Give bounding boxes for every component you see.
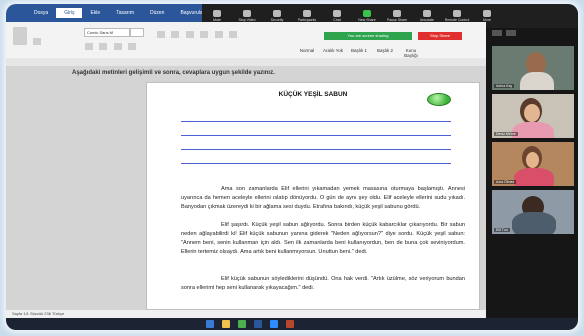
stop-video-button[interactable]: Stop Video — [232, 10, 262, 22]
instruction-line: Aşağıdaki metinleri gelişimli ve sonra, … — [72, 70, 275, 76]
people-icon — [303, 10, 311, 17]
participant-tile[interactable]: Deniz Merve — [492, 94, 574, 138]
italic-icon[interactable] — [99, 43, 108, 50]
word-ribbon: Comic Sans M Normal Aralık Yok Başlık 1 … — [6, 22, 486, 59]
ribbon-tabs: Dosya Giriş Ekle Tasarım Düzen Başvurula… — [26, 8, 212, 18]
paragraph: Elif şaşırdı. Küçük yeşil sabun ağlıyord… — [181, 222, 465, 255]
more-button[interactable]: More — [472, 10, 502, 22]
more-icon — [483, 10, 491, 17]
participant-name: Deniz Merve — [494, 132, 518, 136]
font-name-select[interactable]: Comic Sans M — [84, 28, 130, 37]
bold-icon[interactable] — [85, 43, 93, 50]
powerpoint-icon[interactable] — [286, 320, 294, 328]
ruler — [6, 58, 486, 66]
numbering-icon[interactable] — [171, 31, 180, 38]
participant-name: Ashra Kay — [494, 84, 515, 88]
microphone-icon — [213, 10, 221, 17]
pause-icon — [393, 10, 401, 17]
participants-panel: Ashra Kay Deniz Merve Azra Ölmez Elif Tu… — [486, 28, 578, 318]
stop-share-button[interactable]: Stop Share — [418, 32, 462, 40]
participant-face — [524, 104, 540, 122]
participant-tile[interactable]: Azra Ölmez — [492, 142, 574, 186]
start-icon[interactable] — [206, 320, 214, 328]
document-page[interactable]: KÜÇÜK YEŞİL SABUN Ama son zamanlarda Eli… — [146, 82, 480, 310]
tab-layout[interactable]: Düzen — [142, 8, 172, 18]
screen-sharing-banner: You are screen sharing — [324, 32, 412, 40]
answer-line — [181, 135, 451, 136]
style-normal[interactable]: Normal — [296, 48, 318, 58]
participant-name: Elif Tun — [494, 228, 510, 232]
soap-image — [427, 93, 451, 106]
participants-button[interactable]: Participants — [292, 10, 322, 22]
windows-taskbar — [6, 318, 578, 330]
shield-icon — [273, 10, 281, 17]
camera-icon — [243, 10, 251, 17]
tab-file[interactable]: Dosya — [26, 8, 56, 18]
word-icon[interactable] — [254, 320, 262, 328]
answer-line — [181, 149, 451, 150]
font-color-icon[interactable] — [128, 43, 137, 50]
new-share-button[interactable]: New Share — [352, 10, 382, 22]
pause-share-button[interactable]: Pause Share — [382, 10, 412, 22]
zoom-icon[interactable] — [270, 320, 278, 328]
hide-self-icon[interactable] — [506, 30, 516, 36]
style-no-spacing[interactable]: Aralık Yok — [322, 48, 344, 58]
font-size-select[interactable] — [130, 28, 144, 37]
style-heading-1[interactable]: Başlık 1 — [348, 48, 370, 58]
chat-icon — [333, 10, 341, 17]
participant-body — [512, 212, 556, 234]
cut-icon[interactable] — [33, 38, 42, 45]
participant-body — [520, 72, 554, 90]
align-center-icon[interactable] — [200, 31, 209, 38]
answer-line — [181, 163, 451, 164]
paragraph-group — [156, 26, 238, 52]
desktop-frame: Dosya Giriş Ekle Tasarım Düzen Başvurula… — [6, 4, 578, 330]
bullets-icon[interactable] — [157, 31, 165, 38]
paragraph: Ama son zamanlarda Elif ellerini yıkamad… — [181, 186, 465, 210]
remote-control-button[interactable]: Remote Control — [442, 10, 472, 22]
mute-button[interactable]: Mute — [202, 10, 232, 22]
participant-tile[interactable]: Ashra Kay — [492, 46, 574, 90]
clipboard-group — [12, 26, 42, 52]
answer-line — [181, 121, 451, 122]
styles-gallery: Normal Aralık Yok Başlık 1 Başlık 2 Konu… — [296, 48, 422, 58]
mouse-icon — [453, 10, 461, 17]
participant-body — [514, 168, 554, 186]
align-left-icon[interactable] — [185, 31, 194, 38]
align-right-icon[interactable] — [214, 31, 223, 38]
participant-face — [526, 152, 539, 168]
style-heading-2[interactable]: Başlık 2 — [374, 48, 396, 58]
security-button[interactable]: Security — [262, 10, 292, 22]
participant-name: Azra Ölmez — [494, 180, 517, 184]
view-toggle-icon[interactable] — [492, 30, 502, 36]
justify-icon[interactable] — [229, 31, 238, 38]
paragraph: Elif küçük sabunun söylediklerini düşünd… — [181, 276, 465, 291]
tab-home[interactable]: Giriş — [56, 8, 83, 18]
file-explorer-icon[interactable] — [222, 320, 230, 328]
tab-insert[interactable]: Ekle — [82, 8, 108, 18]
underline-icon[interactable] — [113, 43, 122, 50]
chat-button[interactable]: Chat — [322, 10, 352, 22]
style-title[interactable]: Konu Başlığı — [400, 48, 422, 58]
tab-design[interactable]: Tasarım — [108, 8, 142, 18]
participant-tile[interactable]: Elif Tun — [492, 190, 574, 234]
taskbar-apps — [206, 320, 294, 328]
gallery-controls — [492, 30, 572, 40]
participant-body — [512, 122, 554, 138]
chrome-icon[interactable] — [238, 320, 246, 328]
pencil-icon — [423, 10, 431, 17]
share-screen-icon — [363, 10, 371, 17]
annotate-button[interactable]: Annotate — [412, 10, 442, 22]
paste-icon[interactable] — [13, 27, 27, 45]
status-bar: Sayfa 1/1 Sözcük 236 Türkçe — [6, 310, 492, 318]
